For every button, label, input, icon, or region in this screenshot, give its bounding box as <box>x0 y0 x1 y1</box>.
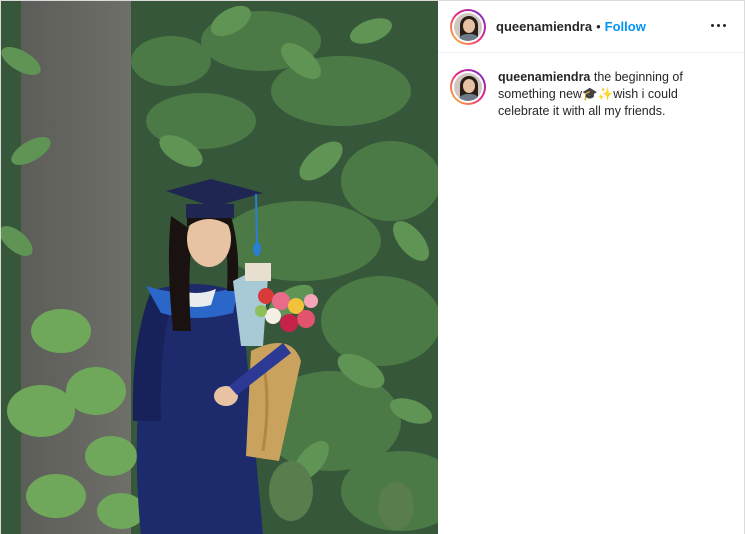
instagram-post: queenamiendra • Follow queenamiendra the… <box>0 0 745 534</box>
header-username[interactable]: queenamiendra <box>496 19 592 34</box>
caption-avatar[interactable] <box>450 69 486 105</box>
follow-button[interactable]: Follow <box>605 19 646 34</box>
post-caption: queenamiendra the beginning of something… <box>450 69 730 120</box>
graduation-photo-illustration <box>1 1 438 534</box>
avatar-image <box>454 12 482 41</box>
more-horizontal-icon[interactable] <box>708 15 728 35</box>
post-side-panel: queenamiendra • Follow queenamiendra the… <box>438 1 744 534</box>
post-header: queenamiendra • Follow <box>438 1 744 53</box>
header-separator: • <box>596 19 601 34</box>
caption-text-block: queenamiendra the beginning of something… <box>498 69 730 120</box>
profile-avatar[interactable] <box>450 8 486 45</box>
caption-username[interactable]: queenamiendra <box>498 70 590 84</box>
post-photo[interactable] <box>1 1 438 534</box>
avatar-image <box>454 73 482 101</box>
